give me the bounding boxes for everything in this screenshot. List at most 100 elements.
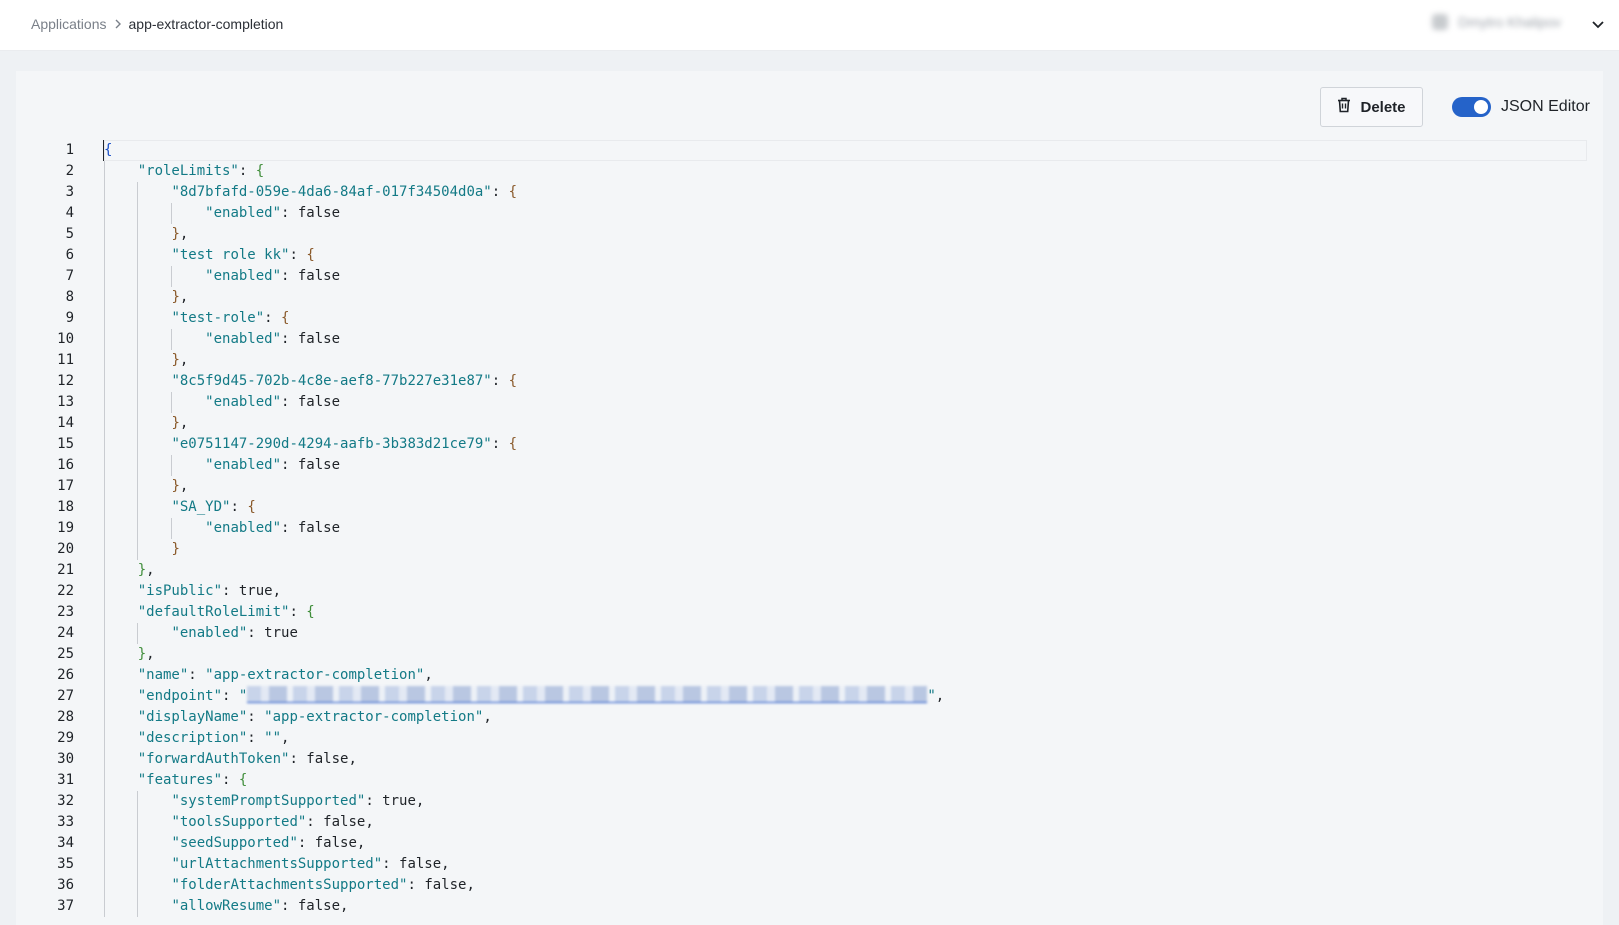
code-line: "description": "",	[104, 728, 1587, 749]
indent-guide	[137, 371, 138, 392]
json-value: true	[264, 625, 298, 641]
line-number: 26	[57, 667, 74, 683]
indent-guide	[137, 182, 138, 203]
indent-guide	[137, 539, 138, 560]
switch-knob	[1474, 100, 1488, 114]
indent-guide	[104, 770, 105, 791]
indent-guide	[137, 476, 138, 497]
code-line: "enabled": false	[104, 266, 1587, 287]
line-number: 13	[57, 394, 74, 410]
indent-guide	[104, 728, 105, 749]
indent-guide	[171, 518, 172, 539]
code-line: },	[104, 350, 1587, 371]
indent-guide	[104, 413, 105, 434]
indent-guide	[137, 812, 138, 833]
indent-guide	[171, 203, 172, 224]
json-key: "enabled"	[205, 520, 282, 536]
json-value: false	[297, 205, 341, 221]
json-code-editor[interactable]: 1 2 3 4 5 6 7 8 9 10 11 12 13 14 15 16 17 18 19 20 21 22 23 24 2…	[16, 140, 1587, 920]
indent-guide	[104, 896, 105, 917]
delete-button[interactable]: Delete	[1320, 87, 1423, 127]
json-key: "name"	[137, 667, 189, 683]
indent-guide	[104, 581, 105, 602]
line-number: 11	[57, 352, 74, 368]
line-number: 14	[57, 415, 74, 431]
line-number: 23	[57, 604, 74, 620]
line-number: 17	[57, 478, 74, 494]
line-number: 10	[57, 331, 74, 347]
code-line: "systemPromptSupported": true,	[104, 791, 1587, 812]
json-value: false	[297, 268, 341, 284]
indent-guide	[171, 455, 172, 476]
json-key: "roleLimits"	[137, 163, 239, 179]
code-line: "SA_YD": {	[104, 497, 1587, 518]
indent-guide	[104, 224, 105, 245]
json-value: false	[424, 877, 467, 893]
top-bar: Applications app-extractor-completion Dm…	[0, 0, 1619, 51]
line-number: 29	[57, 730, 74, 746]
indent-guide	[137, 413, 138, 434]
line-number: 3	[65, 184, 74, 200]
code-line: },	[104, 413, 1587, 434]
indent-guide	[104, 812, 105, 833]
json-value: false	[314, 835, 357, 851]
indent-guide	[104, 665, 105, 686]
indent-guide	[104, 497, 105, 518]
indent-guide	[104, 287, 105, 308]
indent-guide	[137, 266, 138, 287]
json-editor-switch[interactable]	[1452, 97, 1491, 117]
breadcrumb-applications-link[interactable]: Applications	[31, 15, 107, 33]
code-lines[interactable]: { "roleLimits": { "8d7bfafd-059e-4da6-84…	[104, 140, 1587, 917]
chevron-down-icon[interactable]	[1589, 15, 1607, 33]
json-key: "forwardAuthToken"	[137, 751, 290, 767]
line-number: 5	[65, 226, 74, 242]
code-line: "enabled": false	[104, 455, 1587, 476]
json-editor-toggle[interactable]: JSON Editor	[1452, 97, 1590, 117]
json-value: true	[238, 583, 273, 599]
indent-guide	[104, 371, 105, 392]
json-value: ""	[264, 730, 282, 746]
json-key: "enabled"	[205, 457, 282, 473]
indent-guide	[104, 560, 105, 581]
indent-guide	[104, 266, 105, 287]
code-line: "name": "app-extractor-completion",	[104, 665, 1587, 686]
indent-guide	[104, 203, 105, 224]
line-number: 8	[65, 289, 74, 305]
line-number: 27	[57, 688, 74, 704]
line-number: 2	[65, 163, 74, 179]
redacted-endpoint-value	[247, 686, 928, 703]
indent-guide	[171, 392, 172, 413]
json-key: "e0751147-290d-4294-aafb-3b383d21ce79"	[171, 436, 492, 452]
json-value: false	[297, 898, 341, 914]
indent-guide	[104, 308, 105, 329]
json-key: "enabled"	[205, 331, 282, 347]
indent-guide	[137, 896, 138, 917]
indent-guide	[171, 266, 172, 287]
json-key: "test role kk"	[171, 247, 290, 263]
code-line: "folderAttachmentsSupported": false,	[104, 875, 1587, 896]
user-name: Dmytro Khalipov	[1458, 14, 1561, 30]
indent-guide	[104, 476, 105, 497]
indent-guide	[137, 392, 138, 413]
line-number: 1	[65, 142, 74, 158]
breadcrumb-current: app-extractor-completion	[128, 16, 284, 32]
user-menu[interactable]: Dmytro Khalipov	[1432, 14, 1561, 30]
indent-guide	[137, 350, 138, 371]
breadcrumb: Applications app-extractor-completion	[31, 15, 283, 33]
code-line: "seedSupported": false,	[104, 833, 1587, 854]
code-line: },	[104, 287, 1587, 308]
indent-guide	[104, 791, 105, 812]
indent-guide	[104, 875, 105, 896]
json-editor-label: JSON Editor	[1501, 98, 1590, 115]
line-number: 34	[57, 835, 74, 851]
code-line: "allowResume": false,	[104, 896, 1587, 917]
line-number: 37	[57, 898, 74, 914]
json-value: true	[382, 793, 416, 809]
indent-guide	[137, 224, 138, 245]
indent-guide	[137, 791, 138, 812]
line-number: 25	[57, 646, 74, 662]
indent-guide	[104, 833, 105, 854]
indent-guide	[137, 623, 138, 644]
line-number: 9	[65, 310, 74, 326]
delete-button-label: Delete	[1360, 98, 1406, 116]
